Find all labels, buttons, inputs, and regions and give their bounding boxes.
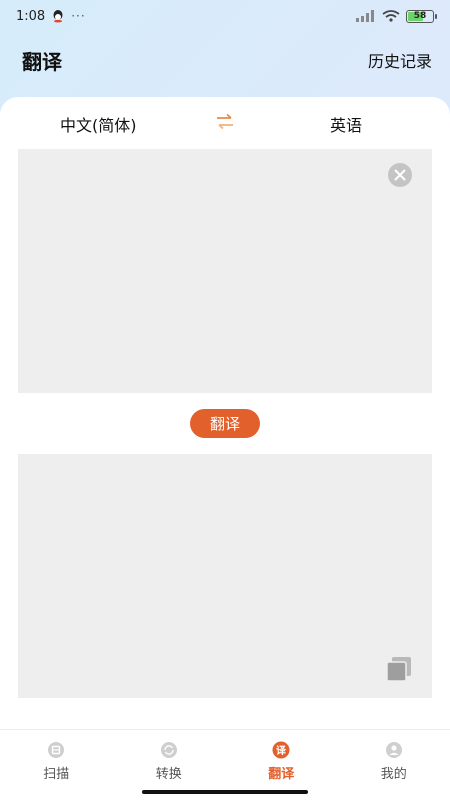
svg-text:译: 译 <box>276 744 287 757</box>
tab-label-scan: 扫描 <box>43 767 70 782</box>
language-bar: 中文(简体) 英语 <box>0 97 450 149</box>
source-language-selector[interactable]: 中文(简体) <box>60 112 137 136</box>
convert-icon <box>160 742 177 758</box>
result-text-box <box>18 454 432 698</box>
copy-icon[interactable] <box>386 656 412 682</box>
battery-icon: 58 <box>406 9 437 23</box>
status-time: 1:08 <box>16 8 46 24</box>
status-right: 58 <box>356 9 437 23</box>
signal-icon <box>356 10 374 22</box>
wifi-icon <box>382 10 400 22</box>
translate-button[interactable]: 翻译 <box>190 409 260 438</box>
page-title: 翻译 <box>22 49 62 74</box>
clear-icon[interactable] <box>388 163 412 187</box>
translate-card: 中文(简体) 英语 翻译 <box>0 97 450 729</box>
battery-level: 58 <box>413 11 427 21</box>
app-header: 翻译 历史记录 <box>22 44 432 76</box>
profile-icon <box>385 742 402 758</box>
swap-languages-icon[interactable] <box>215 113 235 131</box>
status-left: 1:08 ··· <box>16 9 86 24</box>
status-more-dots: ··· <box>71 9 86 23</box>
source-text-box <box>18 149 432 393</box>
home-indicator[interactable] <box>142 790 308 794</box>
tab-label-convert: 转换 <box>155 767 182 782</box>
tab-profile[interactable]: 我的 <box>338 730 450 800</box>
translate-icon: 译 <box>272 741 290 759</box>
qq-penguin-icon <box>53 10 63 23</box>
status-bar: 1:08 ··· 58 <box>0 0 450 32</box>
target-language-selector[interactable]: 英语 <box>330 112 362 136</box>
tab-label-profile: 我的 <box>380 767 407 782</box>
scan-icon <box>48 742 65 758</box>
result-text <box>18 454 432 482</box>
source-text-input[interactable] <box>18 149 432 393</box>
tab-scan[interactable]: 扫描 <box>0 730 113 800</box>
tab-label-translate: 翻译 <box>268 767 295 782</box>
history-button[interactable]: 历史记录 <box>368 48 432 72</box>
